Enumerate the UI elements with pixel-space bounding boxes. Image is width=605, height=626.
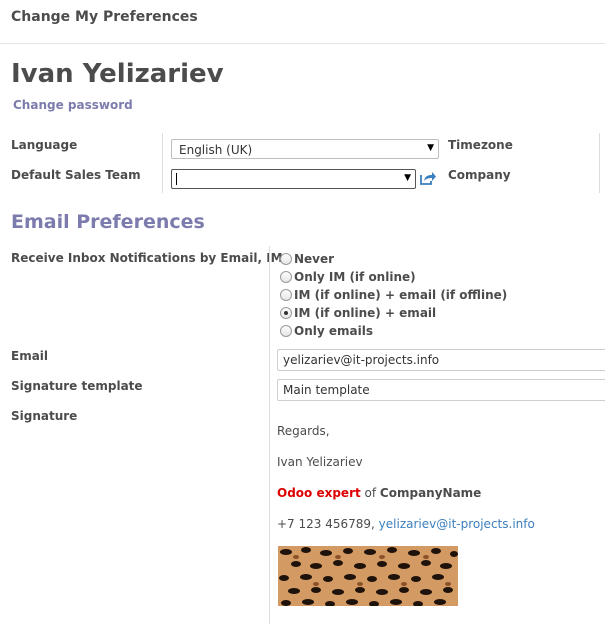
signature-line-regards: Regards, xyxy=(277,424,330,438)
timezone-label: Timezone xyxy=(448,138,513,152)
notification-label: Receive Inbox Notifications by Email, IM xyxy=(11,251,283,265)
leopard-pattern-image xyxy=(278,546,458,606)
column-divider xyxy=(599,133,600,193)
company-label: Company xyxy=(448,168,511,182)
default-sales-team-label: Default Sales Team xyxy=(11,168,141,182)
radio-button-selected[interactable] xyxy=(280,307,292,319)
language-value: English (UK) xyxy=(179,143,253,157)
signature-line-name: Ivan Yelizariev xyxy=(277,455,363,469)
chevron-down-icon: ▼ xyxy=(404,173,411,183)
radio-option-im-email-offline[interactable]: IM (if online) + email (if offline) xyxy=(280,287,507,303)
signature-of: of xyxy=(360,486,380,500)
radio-button[interactable] xyxy=(280,325,292,337)
text-cursor xyxy=(176,173,177,185)
header-divider xyxy=(0,43,605,44)
email-preferences-title: Email Preferences xyxy=(11,211,205,233)
signature-company: CompanyName xyxy=(379,486,482,500)
column-divider xyxy=(269,246,270,624)
radio-label: Only emails xyxy=(294,324,373,338)
radio-button[interactable] xyxy=(280,289,292,301)
email-field[interactable]: yelizariev@it-projects.info xyxy=(277,349,605,371)
radio-option-only-im[interactable]: Only IM (if online) xyxy=(280,269,416,285)
user-name: Ivan Yelizariev xyxy=(11,59,224,89)
radio-option-im-email[interactable]: IM (if online) + email xyxy=(280,305,436,321)
signature-role: Odoo expert xyxy=(277,486,361,500)
external-link-icon[interactable] xyxy=(419,170,437,186)
radio-option-never[interactable]: Never xyxy=(280,251,334,267)
signature-line-contact: +7 123 456789, yelizariev@it-projects.in… xyxy=(277,517,535,531)
signature-label: Signature xyxy=(11,409,78,423)
change-password-link[interactable]: Change password xyxy=(13,98,133,112)
email-label: Email xyxy=(11,349,49,363)
signature-template-label: Signature template xyxy=(11,379,143,393)
radio-option-only-emails[interactable]: Only emails xyxy=(280,323,373,339)
radio-label: Never xyxy=(294,252,335,266)
language-label: Language xyxy=(11,138,78,152)
column-divider xyxy=(162,133,163,193)
chevron-down-icon: ▼ xyxy=(427,143,434,153)
radio-label: IM (if online) + email xyxy=(294,306,437,320)
signature-line-role: Odoo expert of CompanyName xyxy=(277,486,481,500)
default-sales-team-select[interactable]: ▼ xyxy=(171,169,416,189)
radio-button[interactable] xyxy=(280,253,292,265)
signature-template-field[interactable]: Main template xyxy=(277,379,605,401)
dialog-title: Change My Preferences xyxy=(11,9,198,25)
signature-email-link[interactable]: yelizariev@it-projects.info xyxy=(379,517,535,531)
radio-button[interactable] xyxy=(280,271,292,283)
language-select[interactable]: English (UK) ▼ xyxy=(171,139,439,159)
radio-label: Only IM (if online) xyxy=(294,270,416,284)
radio-label: IM (if online) + email (if offline) xyxy=(294,288,508,302)
signature-phone: +7 123 456789, xyxy=(277,517,379,531)
